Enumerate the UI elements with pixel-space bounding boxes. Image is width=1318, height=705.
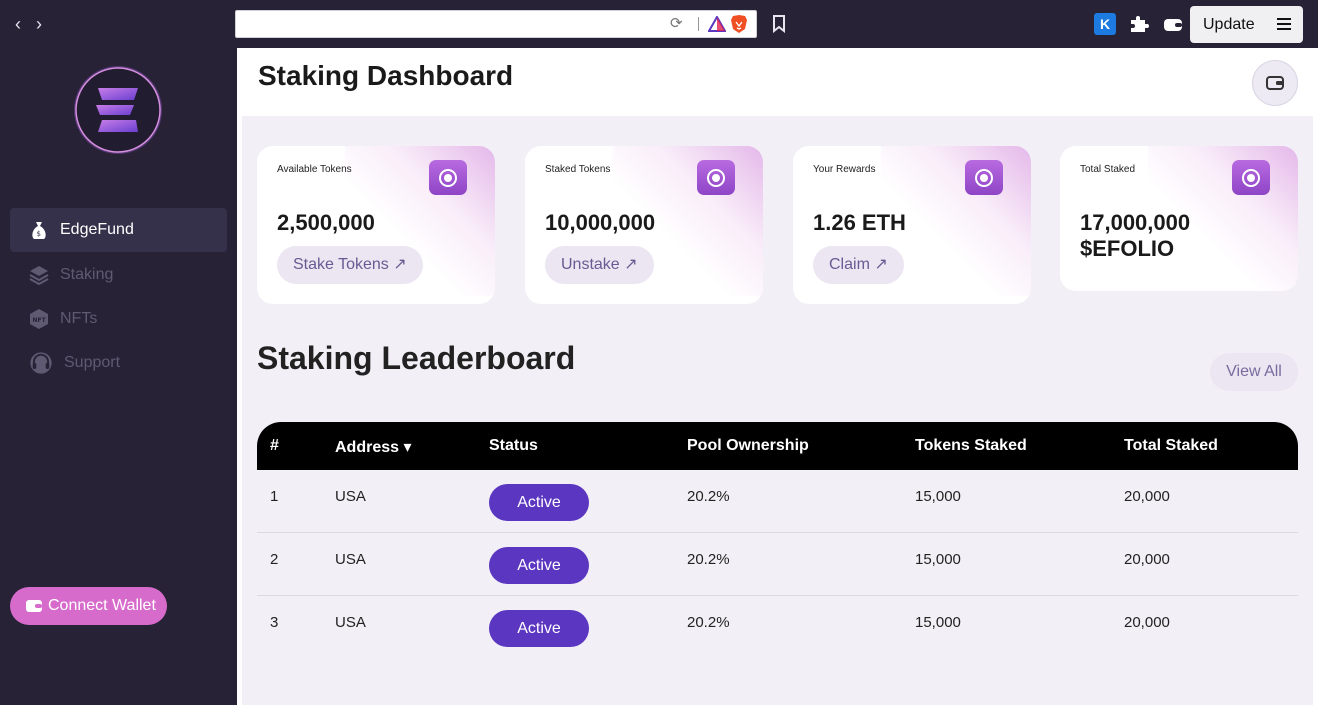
view-all-button[interactable]: View All [1210,353,1298,391]
column-header-status: Status [489,437,538,454]
brave-shields-icon[interactable] [730,14,748,34]
cell-ownership: 20.2% [687,614,730,631]
token-coin-icon [697,160,735,195]
sort-caret-icon[interactable]: ▾ [403,439,411,456]
cell-address: USA [335,551,366,568]
svg-text:$: $ [37,230,41,238]
table-row[interactable]: 3 USA Active 20.2% 15,000 20,000 [257,596,1298,659]
stake-tokens-button[interactable]: Stake Tokens ↗ [277,246,423,284]
sidebar-item-edgefund[interactable]: $ EdgeFund [10,208,227,252]
column-header-label: Address [335,439,400,456]
token-coin-icon [429,160,467,195]
card-value: 1.26 ETH [813,210,906,235]
table-header: # Address ▾ Status Pool Ownership Tokens… [257,422,1298,470]
table-row[interactable]: 1 USA Active 20.2% 15,000 20,000 [257,470,1298,533]
forward-icon[interactable]: › [31,14,47,34]
reload-icon[interactable]: ⟳ [670,16,686,32]
card-label: Staked Tokens [545,164,611,175]
card-label: Available Tokens [277,164,352,175]
cell-total-staked: 20,000 [1124,488,1170,505]
wallet-icon [26,600,42,612]
card-value: 17,000,000 $EFOLIO [1080,210,1191,261]
cell-address: USA [335,488,366,505]
wallet-icon [1266,76,1284,90]
url-divider [698,17,699,31]
leaderboard-title: Staking Leaderboard [257,340,576,376]
leaderboard-table: # Address ▾ Status Pool Ownership Tokens… [257,422,1298,659]
stat-card-total-staked: Total Staked 17,000,000 $EFOLIO [1060,146,1298,291]
column-header-total-staked: Total Staked [1124,437,1218,454]
cell-total-staked: 20,000 [1124,614,1170,631]
connect-wallet-button[interactable]: Connect Wallet [10,587,167,625]
wallet-button[interactable] [1252,60,1298,106]
unstake-button[interactable]: Unstake ↗ [545,246,654,284]
stat-card-your-rewards: Your Rewards 1.26 ETH Claim ↗ [793,146,1031,304]
update-label: Update [1203,16,1255,33]
hamburger-menu-icon [1277,18,1291,30]
cell-ownership: 20.2% [687,551,730,568]
update-button[interactable]: Update [1190,6,1303,43]
card-value: 2,500,000 [277,210,375,235]
token-coin-icon [965,160,1003,195]
cell-rank: 3 [270,614,279,631]
cell-rank: 1 [270,488,279,505]
column-header-tokens-staked: Tokens Staked [915,437,1027,454]
sidebar-item-label: NFTs [60,310,98,327]
browser-toolbar: ‹ › ⟳ K Update [0,0,1318,48]
claim-button[interactable]: Claim ↗ [813,246,904,284]
status-badge: Active [489,547,589,584]
column-header-pool-ownership: Pool Ownership [687,437,809,454]
brand-logo[interactable] [72,64,164,156]
sidebar-item-nfts[interactable]: NFT NFTs [10,297,227,341]
sidebar-item-label: Support [64,354,121,371]
column-header-address[interactable]: Address ▾ [335,437,412,457]
card-label: Your Rewards [813,164,876,175]
extensions-puzzle-icon[interactable] [1128,13,1150,35]
table-row[interactable]: 2 USA Active 20.2% 15,000 20,000 [257,533,1298,596]
dashboard-panel: Available Tokens 2,500,000 Stake Tokens … [242,116,1313,705]
status-badge: Active [489,484,589,521]
cell-total-staked: 20,000 [1124,551,1170,568]
sidebar-item-staking[interactable]: Staking [10,253,227,297]
column-header-rank: # [270,437,279,454]
sidebar-item-support[interactable]: Support [10,341,227,385]
sidebar-item-label: Staking [60,266,114,283]
stat-card-staked-tokens: Staked Tokens 10,000,000 Unstake ↗ [525,146,763,304]
bookmark-icon[interactable] [772,15,786,33]
card-value: 10,000,000 [545,210,656,235]
cell-tokens-staked: 15,000 [915,488,961,505]
cell-rank: 2 [270,551,279,568]
cell-tokens-staked: 15,000 [915,551,961,568]
headset-icon [30,352,52,374]
extension-k-icon[interactable]: K [1094,13,1116,35]
connect-wallet-label: Connect Wallet [48,597,156,614]
token-coin-icon [1232,160,1270,195]
card-label: Total Staked [1080,164,1136,175]
money-bag-icon: $ [32,222,46,239]
svg-text:NFT: NFT [33,317,47,324]
browser-wallet-icon[interactable] [1162,14,1184,34]
address-bar[interactable]: ⟳ [235,10,757,38]
page-title: Staking Dashboard [258,60,514,91]
back-icon[interactable]: ‹ [10,14,26,34]
status-badge: Active [489,610,589,647]
sidebar-item-label: EdgeFund [60,221,134,238]
cell-tokens-staked: 15,000 [915,614,961,631]
brave-rewards-icon[interactable] [708,16,726,32]
layers-icon [29,266,49,286]
sidebar: $ EdgeFund Staking NFT NFTs Support Conn… [0,48,237,705]
main-content: Staking Dashboard Available Tokens 2,500… [237,48,1318,705]
cell-address: USA [335,614,366,631]
cell-ownership: 20.2% [687,488,730,505]
nft-icon: NFT [30,309,48,329]
stat-card-available-tokens: Available Tokens 2,500,000 Stake Tokens … [257,146,495,304]
